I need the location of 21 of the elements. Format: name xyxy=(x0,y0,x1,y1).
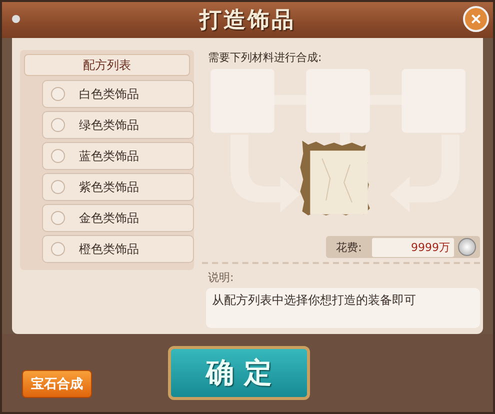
radio-button[interactable] xyxy=(51,149,65,163)
radio-button[interactable] xyxy=(51,242,65,256)
materials-label: 需要下列材料进行合成: xyxy=(208,50,323,65)
recipe-item[interactable]: 绿色类饰品 xyxy=(42,111,194,139)
cost-label: 花费: xyxy=(335,240,363,255)
cost-value: 9999万 xyxy=(372,238,454,257)
radio-button[interactable] xyxy=(51,180,65,194)
recipe-list-header: 配方列表 xyxy=(24,54,190,76)
radio-button[interactable] xyxy=(51,211,65,225)
description-text: 从配方列表中选择你想打造的装备即可 xyxy=(212,293,416,308)
coin-icon xyxy=(458,238,476,256)
recipe-item[interactable]: 蓝色类饰品 xyxy=(42,142,194,170)
recipe-item[interactable]: 白色类饰品 xyxy=(42,80,194,108)
description-label: 说明: xyxy=(208,270,235,286)
rivet-icon xyxy=(12,15,20,23)
radio-button[interactable] xyxy=(51,87,65,101)
recipe-item[interactable]: 紫色类饰品 xyxy=(42,173,194,201)
recipe-item[interactable]: 金色类饰品 xyxy=(42,204,194,232)
radio-button[interactable] xyxy=(51,118,65,132)
window-title: 打造饰品 xyxy=(200,7,296,35)
recipe-item[interactable]: 橙色类饰品 xyxy=(42,235,194,263)
